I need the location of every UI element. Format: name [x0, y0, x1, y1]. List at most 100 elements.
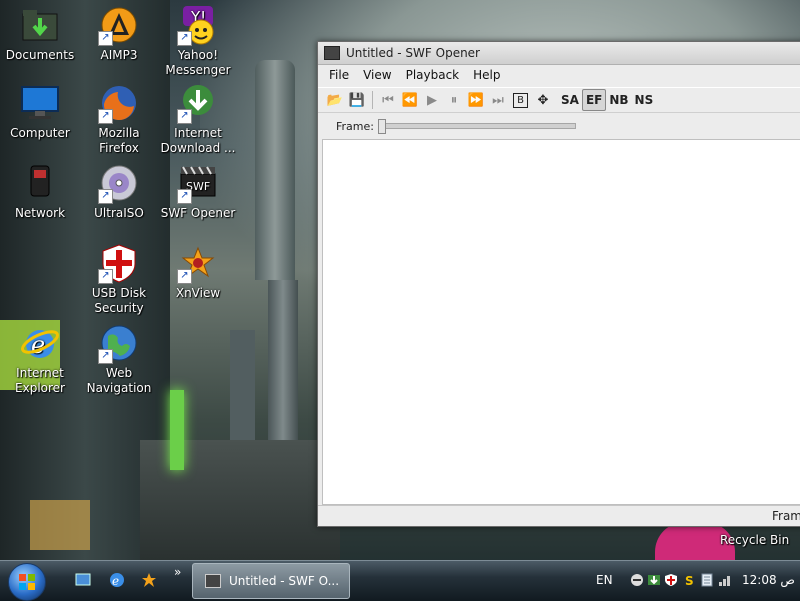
- aimp-icon: ↗: [98, 4, 140, 46]
- desktop-icon-label: Internet Download ...: [160, 126, 236, 155]
- desktop-icon-label: Network: [14, 206, 66, 220]
- window-titlebar[interactable]: Untitled - SWF Opener: [318, 42, 800, 65]
- app-clapper-icon: [324, 46, 340, 60]
- desktop-icon-firefox[interactable]: ↗ Mozilla Firefox: [80, 82, 158, 156]
- quick-launch-ie-icon[interactable]: e: [108, 571, 126, 589]
- globe-icon: ↗: [98, 322, 140, 364]
- swf-opener-window: Untitled - SWF Opener File View Playback…: [317, 41, 800, 527]
- desktop-icon-label: XnView: [175, 286, 221, 300]
- show-all-button[interactable]: SA: [558, 90, 582, 110]
- desktop-icon-aimp3[interactable]: ↗ AIMP3: [80, 4, 158, 63]
- swf-icon: SWF ↗: [177, 162, 219, 204]
- wallpaper-light: [30, 500, 90, 550]
- move-icon[interactable]: ✥: [532, 90, 554, 110]
- tray-messenger-icon[interactable]: [630, 573, 644, 587]
- quick-launch-show-desktop-icon[interactable]: [74, 571, 92, 589]
- wallpaper-spire: [255, 60, 295, 280]
- shortcut-arrow-icon: ↗: [98, 269, 113, 284]
- shortcut-arrow-icon: ↗: [98, 189, 113, 204]
- no-border-button[interactable]: NB: [606, 90, 631, 110]
- frame-bar: Frame:: [318, 113, 800, 139]
- tray-network-icon[interactable]: [718, 573, 732, 587]
- desktop-icon-label: SWF Opener: [160, 206, 236, 220]
- quick-launch-overflow-chevron[interactable]: »: [174, 565, 181, 579]
- monitor-icon: [19, 82, 61, 124]
- system-clock[interactable]: 12:08 ص: [742, 573, 795, 587]
- yahoo-icon: Y! ↗: [177, 4, 219, 46]
- toolbar-separator: [372, 91, 373, 109]
- status-text: Fram: [771, 509, 800, 523]
- menu-file[interactable]: File: [322, 68, 356, 82]
- svg-text:S: S: [685, 574, 694, 587]
- desktop-icon-xnview[interactable]: ↗ XnView: [159, 242, 237, 301]
- desktop-icon-swf-opener[interactable]: SWF ↗ SWF Opener: [159, 162, 237, 221]
- pause-icon[interactable]: ⏸: [443, 90, 465, 110]
- menu-playback[interactable]: Playback: [399, 68, 467, 82]
- status-bar: Fram: [318, 505, 800, 526]
- shortcut-arrow-icon: ↗: [177, 269, 192, 284]
- desktop-icon-computer[interactable]: Computer: [1, 82, 79, 141]
- shortcut-arrow-icon: ↗: [98, 31, 113, 46]
- frame-slider-thumb[interactable]: [377, 119, 386, 134]
- exact-fit-button[interactable]: EF: [581, 89, 607, 111]
- menu-bar: File View Playback Help: [318, 65, 800, 85]
- xnview-icon: ↗: [177, 242, 219, 284]
- app-clapper-icon: [205, 574, 221, 588]
- desktop-icon-usb-disk-security[interactable]: ↗ USB Disk Security: [80, 242, 158, 316]
- shield-icon: ↗: [98, 242, 140, 284]
- desktop-icon-internet-download-manager[interactable]: ↗ Internet Download ...: [159, 82, 237, 156]
- movie-canvas[interactable]: [322, 139, 800, 505]
- tray-download-icon[interactable]: [647, 573, 661, 587]
- shortcut-arrow-icon: ↗: [98, 109, 113, 124]
- save-icon[interactable]: 💾: [346, 90, 368, 110]
- last-frame-icon[interactable]: ⏭: [487, 90, 509, 110]
- border-toggle-button[interactable]: B: [513, 92, 528, 108]
- desktop-icon-label: Documents: [5, 48, 75, 62]
- shortcut-arrow-icon: ↗: [177, 189, 192, 204]
- taskbar: e » Untitled - SWF O... EN S 12:08 ص: [0, 560, 800, 601]
- disc-icon: ↗: [98, 162, 140, 204]
- shortcut-arrow-icon: ↗: [177, 31, 192, 46]
- frame-slider[interactable]: [377, 119, 576, 134]
- desktop-icon-label: Web Navigation: [86, 366, 152, 395]
- shortcut-arrow-icon: ↗: [177, 109, 192, 124]
- no-scale-button[interactable]: NS: [632, 90, 657, 110]
- first-frame-icon[interactable]: ⏮: [377, 90, 399, 110]
- open-file-icon[interactable]: 📂: [324, 90, 346, 110]
- rewind-icon[interactable]: ⏪: [399, 90, 421, 110]
- desktop-icon-network[interactable]: Network: [1, 162, 79, 221]
- desktop-icon-web-navigation[interactable]: ↗ Web Navigation: [80, 322, 158, 396]
- network-icon: [19, 162, 61, 204]
- svg-text:e: e: [112, 574, 119, 588]
- tray-notepad-icon[interactable]: [700, 573, 714, 587]
- menu-view[interactable]: View: [356, 68, 398, 82]
- menu-help[interactable]: Help: [466, 68, 507, 82]
- tray-usb-security-icon[interactable]: [664, 573, 678, 587]
- wallpaper-light: [170, 390, 184, 470]
- desktop-icon-internet-explorer[interactable]: e Internet Explorer: [1, 322, 79, 396]
- desktop-icon-ultraiso[interactable]: ↗ UltraISO: [80, 162, 158, 221]
- desktop-icon-label: Yahoo! Messenger: [165, 48, 231, 77]
- quick-launch-xnview-icon[interactable]: [140, 571, 158, 589]
- window-title: Untitled - SWF Opener: [346, 46, 480, 60]
- frame-label: Frame:: [336, 119, 374, 133]
- shortcut-arrow-icon: ↗: [98, 349, 113, 364]
- desktop-icon-yahoo-messenger[interactable]: Y! ↗ Yahoo! Messenger: [159, 4, 237, 78]
- desktop-icon-label: USB Disk Security: [91, 286, 147, 315]
- start-button[interactable]: [8, 563, 46, 601]
- desktop-icon-recycle-bin[interactable]: Recycle Bin: [720, 533, 800, 548]
- desktop-icon-label: UltraISO: [94, 206, 144, 220]
- firefox-icon: ↗: [98, 82, 140, 124]
- fast-forward-icon[interactable]: ⏩: [465, 90, 487, 110]
- toolbar: 📂 💾 ⏮ ⏪ ▶ ⏸ ⏩ ⏭ B ✥ SA EF NB NS: [318, 87, 800, 113]
- tray-s-icon[interactable]: S: [682, 573, 696, 588]
- desktop-icon-label: Computer: [10, 126, 70, 140]
- desktop-icon-label: AIMP3: [100, 48, 138, 62]
- language-indicator[interactable]: EN: [596, 573, 613, 587]
- play-icon[interactable]: ▶: [421, 90, 443, 110]
- ie-icon: e: [19, 322, 61, 364]
- desktop-icon-documents[interactable]: Documents: [1, 4, 79, 63]
- desktop-icon-label: Mozilla Firefox: [98, 126, 140, 155]
- taskbar-button-swf-opener[interactable]: Untitled - SWF O...: [192, 563, 350, 599]
- desktop-icon-label: Recycle Bin: [720, 533, 790, 547]
